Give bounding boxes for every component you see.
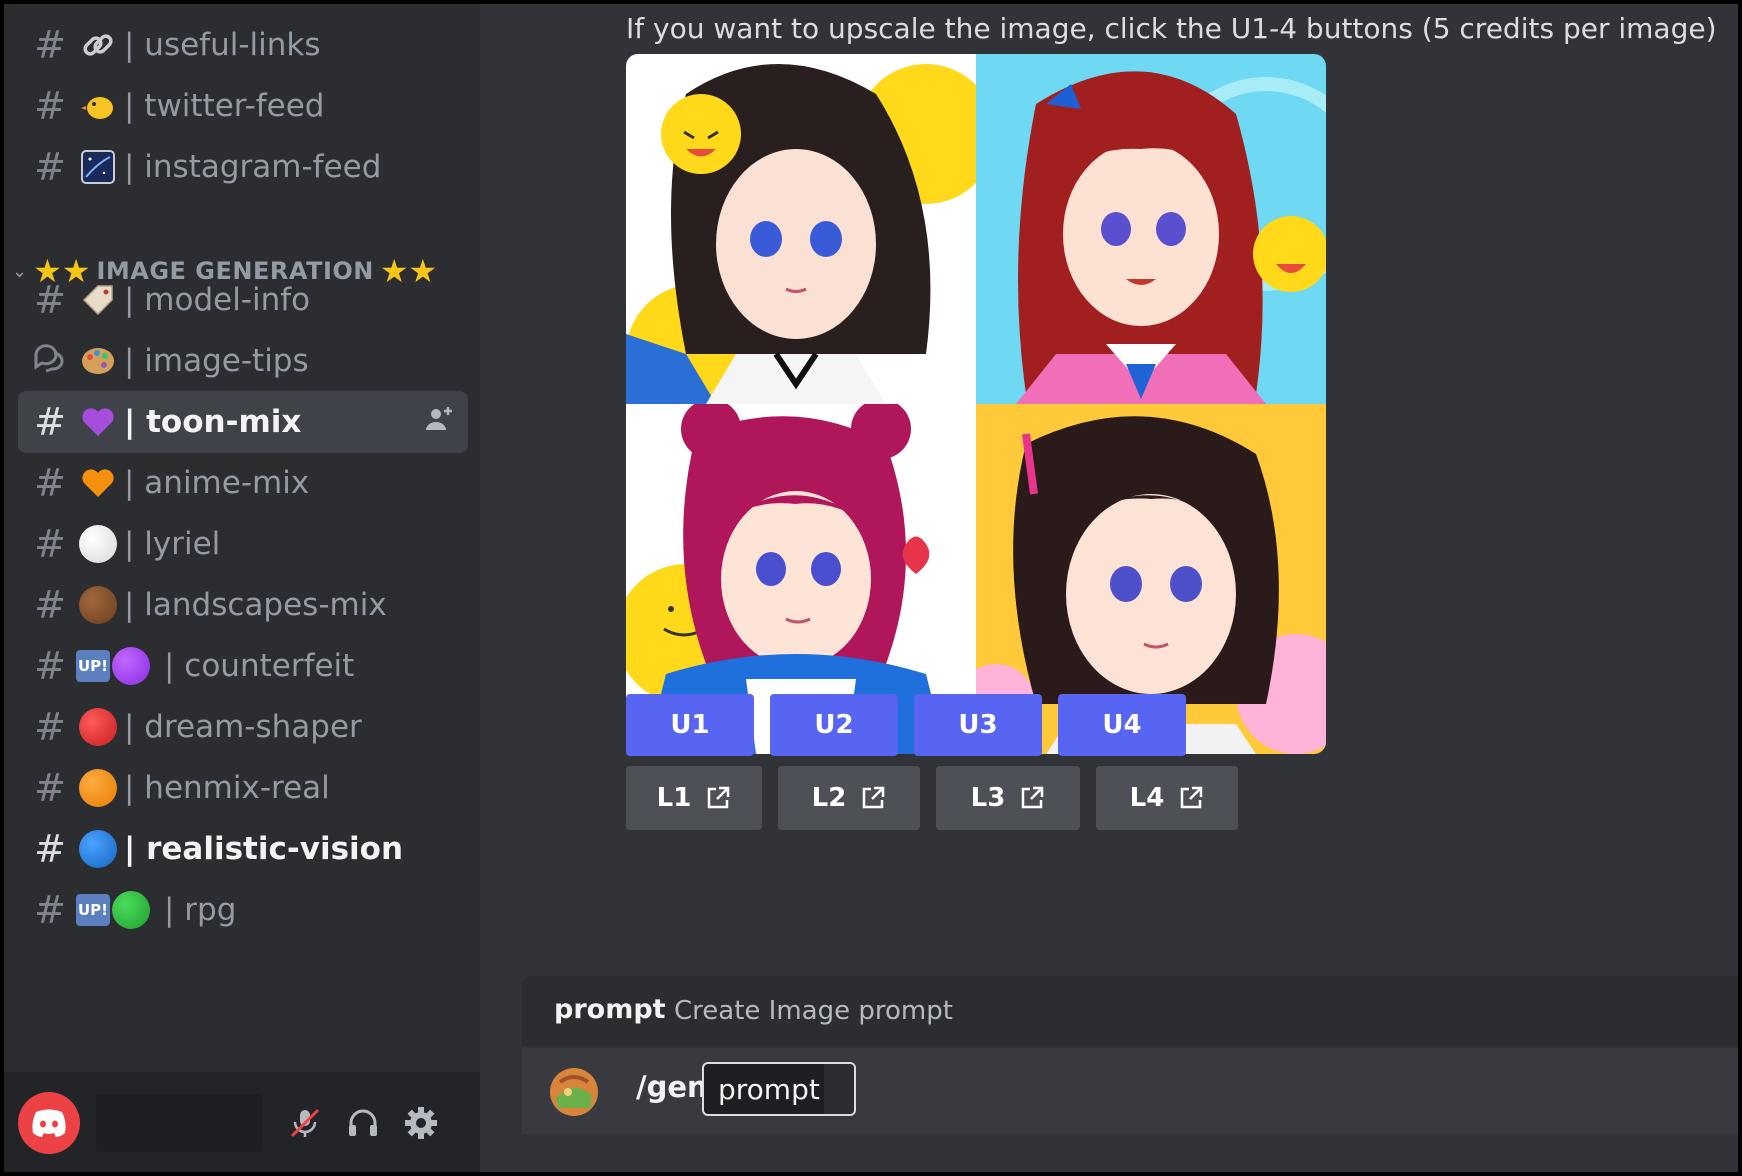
- red-circle-icon: [76, 708, 120, 746]
- add-member-icon[interactable]: [424, 404, 454, 441]
- up-purple-circle-icon: UP!: [76, 647, 160, 685]
- generated-image-1[interactable]: [626, 54, 976, 404]
- message-input-bar[interactable]: /gen prompt: [522, 1048, 1738, 1134]
- blue-circle-icon: [76, 830, 120, 868]
- night-sky-icon: [76, 149, 120, 185]
- username-area[interactable]: [96, 1094, 262, 1152]
- slash-command-name: /gen: [636, 1070, 708, 1104]
- channel-lyriel[interactable]: # | lyriel: [18, 513, 468, 575]
- external-link-icon: [1022, 786, 1044, 809]
- channel-sidebar: # | useful-links # | twitter-feed # | in…: [4, 4, 480, 1172]
- hash-icon: #: [34, 583, 66, 627]
- hash-icon: #: [34, 400, 66, 444]
- slash-command-option-panel: prompt Create Image prompt: [522, 976, 1738, 1046]
- link-button-2[interactable]: L2: [778, 766, 920, 830]
- generated-image-2[interactable]: [976, 54, 1326, 404]
- brown-circle-icon: [76, 586, 120, 624]
- channel-model-info[interactable]: # | model-info: [18, 269, 468, 331]
- link-button-label: L3: [970, 783, 1006, 813]
- upscale-button-1[interactable]: U1: [626, 694, 754, 756]
- link-button-3[interactable]: L3: [936, 766, 1080, 830]
- headphones-icon[interactable]: [342, 1102, 384, 1144]
- hash-icon: #: [34, 84, 66, 128]
- settings-gear-icon[interactable]: [400, 1102, 442, 1144]
- channel-label: | henmix-real: [124, 770, 330, 806]
- upscale-button-3[interactable]: U3: [914, 694, 1042, 756]
- message-text: If you want to upscale the image, click …: [626, 12, 1717, 45]
- hash-icon: #: [34, 888, 66, 932]
- white-circle-icon: [76, 525, 120, 563]
- channel-instagram-feed[interactable]: # | instagram-feed: [18, 136, 468, 198]
- up-green-circle-icon: UP!: [76, 891, 160, 929]
- discord-logo-icon[interactable]: [18, 1092, 80, 1154]
- hash-icon: #: [34, 766, 66, 810]
- prompt-option-field[interactable]: prompt: [702, 1062, 856, 1116]
- hash-icon: #: [34, 23, 66, 67]
- upscale-button-2[interactable]: U2: [770, 694, 898, 756]
- external-link-icon: [863, 786, 885, 809]
- link-icon: [76, 27, 120, 63]
- link-button-row: L1 L2 L3 L4: [626, 766, 1254, 830]
- link-button-label: L4: [1129, 783, 1165, 813]
- channel-label: | rpg: [164, 892, 237, 928]
- channel-label: | instagram-feed: [124, 149, 382, 185]
- external-link-icon: [1181, 786, 1203, 809]
- hash-icon: #: [34, 145, 66, 189]
- channel-label: | image-tips: [124, 343, 309, 379]
- channel-label: | twitter-feed: [124, 88, 325, 124]
- hash-icon: #: [34, 827, 66, 871]
- hash-icon: #: [34, 705, 66, 749]
- hash-icon: #: [34, 278, 66, 322]
- tag-icon: [76, 282, 120, 318]
- channel-toon-mix[interactable]: # | toon-mix: [18, 391, 468, 453]
- channel-twitter-feed[interactable]: # | twitter-feed: [18, 75, 468, 137]
- channel-realistic-vision[interactable]: # | realistic-vision: [18, 818, 468, 880]
- link-button-label: L1: [656, 783, 692, 813]
- channel-label: | dream-shaper: [124, 709, 362, 745]
- prompt-option-label: prompt: [718, 1072, 820, 1106]
- channel-useful-links[interactable]: # | useful-links: [18, 14, 468, 76]
- channel-label: | anime-mix: [124, 465, 310, 501]
- channel-rpg[interactable]: # UP! | rpg: [18, 879, 468, 941]
- purple-heart-icon: [76, 404, 120, 440]
- upscale-button-row: U1 U2 U3 U4: [626, 694, 1202, 756]
- channel-counterfeit[interactable]: # UP! | counterfeit: [18, 635, 468, 697]
- bot-avatar: [550, 1068, 598, 1116]
- channel-label: | useful-links: [124, 27, 321, 63]
- mute-microphone-icon[interactable]: [284, 1102, 326, 1144]
- up-badge: UP!: [76, 650, 111, 682]
- channel-image-tips[interactable]: | image-tips: [18, 330, 468, 392]
- hash-icon: #: [34, 522, 66, 566]
- channel-label: | landscapes-mix: [124, 587, 387, 623]
- hash-icon: #: [34, 461, 66, 505]
- palette-icon: [76, 343, 120, 379]
- external-link-icon: [708, 786, 730, 809]
- link-button-1[interactable]: L1: [626, 766, 762, 830]
- channel-landscapes-mix[interactable]: # | landscapes-mix: [18, 574, 468, 636]
- channel-label: | toon-mix: [124, 404, 302, 440]
- link-button-4[interactable]: L4: [1096, 766, 1238, 830]
- channel-label: | lyriel: [124, 526, 221, 562]
- hash-icon: #: [34, 644, 66, 688]
- channel-label: | realistic-vision: [124, 831, 404, 867]
- orange-heart-icon: [76, 465, 120, 501]
- generated-image-grid[interactable]: [626, 54, 1326, 754]
- chick-icon: [76, 88, 120, 124]
- prompt-option-value[interactable]: [824, 1064, 854, 1114]
- up-badge: UP!: [76, 894, 111, 926]
- channel-label: | model-info: [124, 282, 311, 318]
- user-panel: [4, 1072, 480, 1172]
- channel-dream-shaper[interactable]: # | dream-shaper: [18, 696, 468, 758]
- link-button-label: L2: [811, 783, 847, 813]
- command-option-description: Create Image prompt: [674, 996, 953, 1026]
- channel-anime-mix[interactable]: # | anime-mix: [18, 452, 468, 514]
- orange-circle-icon: [76, 769, 120, 807]
- upscale-button-4[interactable]: U4: [1058, 694, 1186, 756]
- forum-icon: [24, 339, 76, 384]
- command-option-name: prompt: [554, 994, 666, 1025]
- chat-area: If you want to upscale the image, click …: [480, 4, 1738, 1172]
- channel-label: | counterfeit: [164, 648, 355, 684]
- channel-henmix-real[interactable]: # | henmix-real: [18, 757, 468, 819]
- discord-window: # | useful-links # | twitter-feed # | in…: [4, 4, 1738, 1172]
